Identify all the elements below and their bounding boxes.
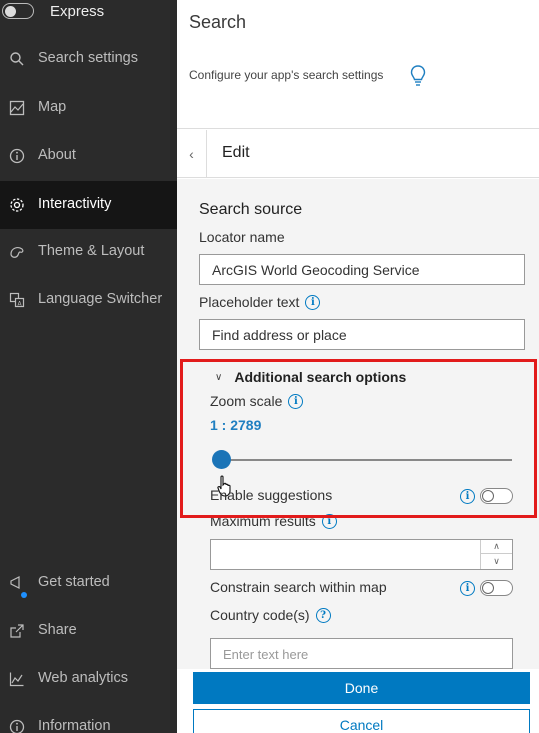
info-icon	[8, 718, 26, 733]
info-icon[interactable]: i	[460, 581, 475, 596]
constrain-label-text: Constrain search within map	[210, 579, 387, 595]
edit-title: Edit	[222, 144, 250, 161]
sidebar-item-theme-layout[interactable]: Theme & Layout	[0, 228, 177, 276]
sidebar-item-label: Theme & Layout	[38, 243, 145, 259]
chevron-up-icon[interactable]: ∧	[481, 540, 512, 554]
palette-icon	[8, 243, 26, 261]
sidebar-item-label: Search settings	[38, 50, 138, 66]
max-results-input[interactable]: ∧ ∨	[210, 539, 513, 570]
lightbulb-icon[interactable]	[410, 64, 426, 93]
sidebar-item-label: Language Switcher	[38, 291, 163, 307]
highlight-box	[180, 359, 537, 518]
country-code-input[interactable]: Enter text here	[210, 638, 513, 669]
chevron-left-icon: ‹	[189, 146, 194, 162]
info-icon	[8, 147, 26, 165]
express-toggle[interactable]	[2, 3, 34, 19]
edit-bar: ‹ Edit	[177, 130, 539, 178]
sidebar: Express Search settings Map About Intera…	[0, 0, 177, 733]
megaphone-icon	[8, 574, 26, 592]
info-icon[interactable]: i	[305, 294, 321, 310]
sidebar-item-get-started[interactable]: Get started	[0, 559, 177, 607]
sidebar-item-language-switcher[interactable]: A Language Switcher	[0, 276, 177, 324]
sidebar-item-label: About	[38, 147, 76, 163]
sidebar-item-map[interactable]: Map	[0, 84, 177, 132]
search-icon	[8, 50, 26, 68]
locator-name-input[interactable]: ArcGIS World Geocoding Service	[199, 254, 525, 285]
notification-dot	[21, 592, 27, 598]
constrain-label: Constrain search within map	[210, 579, 387, 595]
gear-icon	[8, 196, 26, 214]
sidebar-item-label: Interactivity	[38, 196, 112, 212]
locator-name-label: Locator name	[199, 229, 285, 245]
country-label-text: Country code(s)	[210, 607, 310, 623]
language-icon: A	[8, 291, 26, 309]
sidebar-item-interactivity[interactable]: Interactivity	[0, 181, 177, 229]
sidebar-item-about[interactable]: About	[0, 132, 177, 180]
share-icon	[8, 622, 26, 640]
express-label: Express	[50, 3, 105, 20]
section-title: Search source	[199, 201, 303, 218]
back-button[interactable]: ‹	[177, 130, 207, 178]
page-subtitle: Configure your app's search settings	[189, 68, 384, 82]
sidebar-item-label: Web analytics	[38, 670, 128, 686]
sidebar-item-label: Information	[38, 718, 111, 733]
sidebar-item-label: Get started	[38, 574, 110, 590]
settings-header: Search Configure your app's search setti…	[177, 0, 539, 129]
number-stepper[interactable]: ∧ ∨	[480, 540, 512, 569]
sidebar-item-web-analytics[interactable]: Web analytics	[0, 655, 177, 703]
country-code-label: Country code(s) ?	[210, 607, 331, 623]
locator-label-text: Locator name	[199, 229, 285, 245]
map-icon	[8, 99, 26, 117]
constrain-switch[interactable]	[480, 580, 513, 596]
sidebar-item-label: Share	[38, 622, 77, 638]
sidebar-item-search-settings[interactable]: Search settings	[0, 35, 177, 83]
placeholder-text-label: Placeholder text i	[199, 294, 321, 310]
help-icon[interactable]: ?	[315, 607, 331, 623]
sidebar-item-label: Map	[38, 99, 67, 115]
chevron-down-icon[interactable]: ∨	[481, 554, 512, 568]
sidebar-item-share[interactable]: Share	[0, 607, 177, 655]
done-button[interactable]: Done	[193, 672, 530, 704]
analytics-icon	[8, 670, 26, 688]
placeholder-text-input[interactable]: Find address or place	[199, 319, 525, 350]
express-toggle-row[interactable]: Express	[0, 0, 177, 26]
placeholder-label-text: Placeholder text	[199, 294, 300, 310]
sidebar-item-information[interactable]: Information	[0, 703, 177, 733]
cancel-button[interactable]: Cancel	[193, 709, 530, 733]
app-root: Express Search settings Map About Intera…	[0, 0, 539, 733]
page-title: Search	[189, 12, 247, 32]
